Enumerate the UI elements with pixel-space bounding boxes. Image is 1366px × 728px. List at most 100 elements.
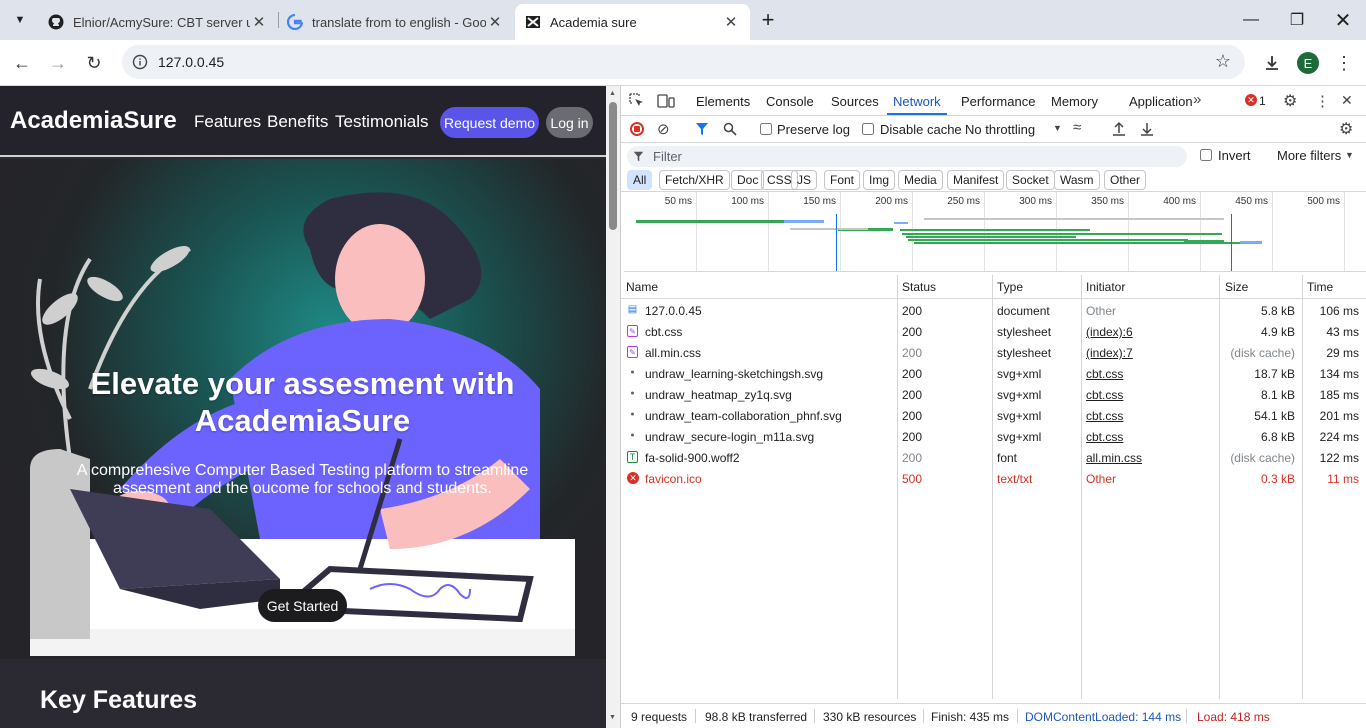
scroll-down-icon[interactable]: ▼: [609, 714, 616, 721]
more-filters-button[interactable]: More filters: [1277, 148, 1341, 163]
tab-search-button[interactable]: ▼: [0, 0, 40, 40]
reload-button[interactable]: ↻: [80, 49, 108, 77]
table-row[interactable]: ● undraw_team-collaboration_phnf.svg 200 sv…: [621, 405, 1366, 426]
type-filter-media[interactable]: Media: [898, 170, 943, 190]
login-button[interactable]: Log in: [546, 107, 593, 138]
error-icon[interactable]: ✕: [1245, 94, 1257, 106]
back-button[interactable]: ←: [8, 49, 36, 77]
cell-initiator[interactable]: cbt.css: [1086, 430, 1216, 444]
cell-name[interactable]: fa-solid-900.woff2: [645, 451, 895, 465]
column-time[interactable]: Time: [1307, 280, 1333, 294]
table-row[interactable]: ● undraw_learning-sketchingsh.svg 200 svg+x…: [621, 363, 1366, 384]
invert-checkbox[interactable]: [1200, 149, 1212, 161]
disable-cache-checkbox[interactable]: [862, 123, 874, 135]
record-icon[interactable]: [630, 122, 644, 136]
tab-performance[interactable]: Performance: [961, 94, 1035, 109]
table-row[interactable]: ✎ cbt.css 200 stylesheet (index):6 4.9 kB 43 m…: [621, 321, 1366, 342]
star-icon[interactable]: ☆: [1215, 51, 1231, 72]
table-row[interactable]: Tfa-solid-900.woff2 200 font all.min.css (di…: [621, 447, 1366, 468]
more-tabs-icon[interactable]: »: [1193, 91, 1201, 108]
filter-icon[interactable]: [695, 122, 709, 136]
column-size[interactable]: Size: [1225, 280, 1248, 294]
error-count[interactable]: 1: [1259, 94, 1266, 108]
get-started-button[interactable]: Get Started: [258, 589, 347, 622]
cell-name[interactable]: favicon.ico: [645, 472, 895, 486]
clear-icon[interactable]: ⊘: [657, 120, 670, 138]
minimize-button[interactable]: —: [1228, 0, 1274, 40]
tab-google[interactable]: translate from to english - Goo ✕: [277, 4, 514, 40]
cell-initiator[interactable]: Other: [1086, 304, 1216, 318]
column-type[interactable]: Type: [997, 280, 1023, 294]
table-row[interactable]: ✕ favicon.ico 500 text/txt Other 0.3 kB 11 ms: [621, 468, 1366, 489]
cell-name[interactable]: all.min.css: [645, 346, 895, 360]
cell-initiator[interactable]: all.min.css: [1086, 451, 1216, 465]
downloads-button[interactable]: [1258, 49, 1286, 77]
table-row[interactable]: ▤ 127.0.0.45 200 document Other 5.8 kB 106 ms: [621, 300, 1366, 321]
type-filter-manifest[interactable]: Manifest: [947, 170, 1005, 190]
tab-memory[interactable]: Memory: [1051, 94, 1098, 109]
settings-icon[interactable]: ⚙: [1339, 119, 1353, 139]
cell-initiator[interactable]: (index):6: [1086, 325, 1216, 339]
cell-name[interactable]: undraw_heatmap_zy1q.svg: [645, 388, 895, 402]
page-scrollbar[interactable]: ▲ ▼: [606, 86, 620, 728]
filter-input[interactable]: Filter: [627, 146, 1187, 167]
column-initiator[interactable]: Initiator: [1086, 280, 1125, 294]
close-icon[interactable]: ✕: [722, 13, 740, 31]
cell-initiator[interactable]: Other: [1086, 472, 1216, 486]
type-filter-socket[interactable]: Socket: [1006, 170, 1055, 190]
type-filter-fetchxhr[interactable]: Fetch/XHR: [659, 170, 730, 190]
settings-icon[interactable]: ⚙: [1283, 91, 1297, 111]
tab-application[interactable]: Application: [1129, 94, 1193, 109]
table-row[interactable]: ● undraw_secure-login_m11a.svg 200 svg+xml c…: [621, 426, 1366, 447]
nav-link-testimonials[interactable]: Testimonials: [335, 112, 429, 132]
cell-initiator[interactable]: (index):7: [1086, 346, 1216, 360]
download-icon[interactable]: [1140, 121, 1154, 137]
restore-button[interactable]: ❐: [1274, 0, 1320, 40]
close-window-button[interactable]: ✕: [1320, 0, 1366, 40]
cell-initiator[interactable]: cbt.css: [1086, 388, 1216, 402]
forward-button[interactable]: →: [44, 49, 72, 77]
type-filter-other[interactable]: Other: [1104, 170, 1147, 190]
close-icon[interactable]: ✕: [486, 13, 504, 31]
tab-github[interactable]: Elnior/AcmySure: CBT server un ✕: [38, 4, 278, 40]
new-tab-button[interactable]: +: [746, 0, 790, 40]
search-icon[interactable]: [723, 122, 737, 136]
cell-name[interactable]: undraw_learning-sketchingsh.svg: [645, 367, 895, 381]
upload-icon[interactable]: [1112, 121, 1126, 137]
nav-link-features[interactable]: Features: [194, 112, 261, 132]
browser-menu-button[interactable]: ⋮: [1330, 49, 1358, 77]
scrollbar-thumb[interactable]: [609, 102, 617, 230]
type-filter-js[interactable]: JS: [791, 170, 818, 190]
device-toolbar-icon[interactable]: [657, 93, 675, 109]
cell-name[interactable]: undraw_team-collaboration_phnf.svg: [645, 409, 895, 423]
tab-network[interactable]: Network: [893, 94, 941, 109]
brand-logo[interactable]: AcademiaSure: [10, 107, 177, 135]
nav-link-benefits[interactable]: Benefits: [267, 112, 328, 132]
type-filter-all[interactable]: All: [627, 170, 653, 190]
table-row[interactable]: ✎ all.min.css 200 stylesheet (index):7 (disk …: [621, 342, 1366, 363]
cell-initiator[interactable]: cbt.css: [1086, 367, 1216, 381]
cell-name[interactable]: 127.0.0.45: [645, 304, 895, 318]
close-icon[interactable]: ✕: [1341, 92, 1353, 109]
tab-sources[interactable]: Sources: [831, 94, 879, 109]
address-bar[interactable]: 127.0.0.45 ☆: [122, 45, 1245, 79]
throttling-select[interactable]: No throttling: [965, 122, 1035, 137]
cell-initiator[interactable]: cbt.css: [1086, 409, 1216, 423]
avatar[interactable]: E: [1297, 52, 1319, 74]
network-overview[interactable]: 50 ms 100 ms 150 ms 200 ms 250 ms 300 ms 350 m…: [624, 192, 1366, 272]
network-conditions-icon[interactable]: ≈: [1073, 119, 1081, 136]
more-vertical-icon[interactable]: ⋮: [1315, 92, 1330, 110]
info-icon[interactable]: [132, 54, 148, 70]
table-row[interactable]: ● undraw_heatmap_zy1q.svg 200 svg+xml cbt.cs…: [621, 384, 1366, 405]
column-name[interactable]: Name: [626, 280, 658, 294]
preserve-log-checkbox[interactable]: [760, 123, 772, 135]
inspect-element-icon[interactable]: [629, 93, 645, 109]
request-demo-button[interactable]: Request demo: [440, 107, 539, 138]
type-filter-doc[interactable]: Doc: [731, 170, 765, 190]
scroll-up-icon[interactable]: ▲: [609, 90, 616, 97]
cell-name[interactable]: undraw_secure-login_m11a.svg: [645, 430, 895, 444]
tab-console[interactable]: Console: [766, 94, 814, 109]
column-status[interactable]: Status: [902, 280, 936, 294]
type-filter-img[interactable]: Img: [863, 170, 896, 190]
type-filter-font[interactable]: Font: [824, 170, 861, 190]
